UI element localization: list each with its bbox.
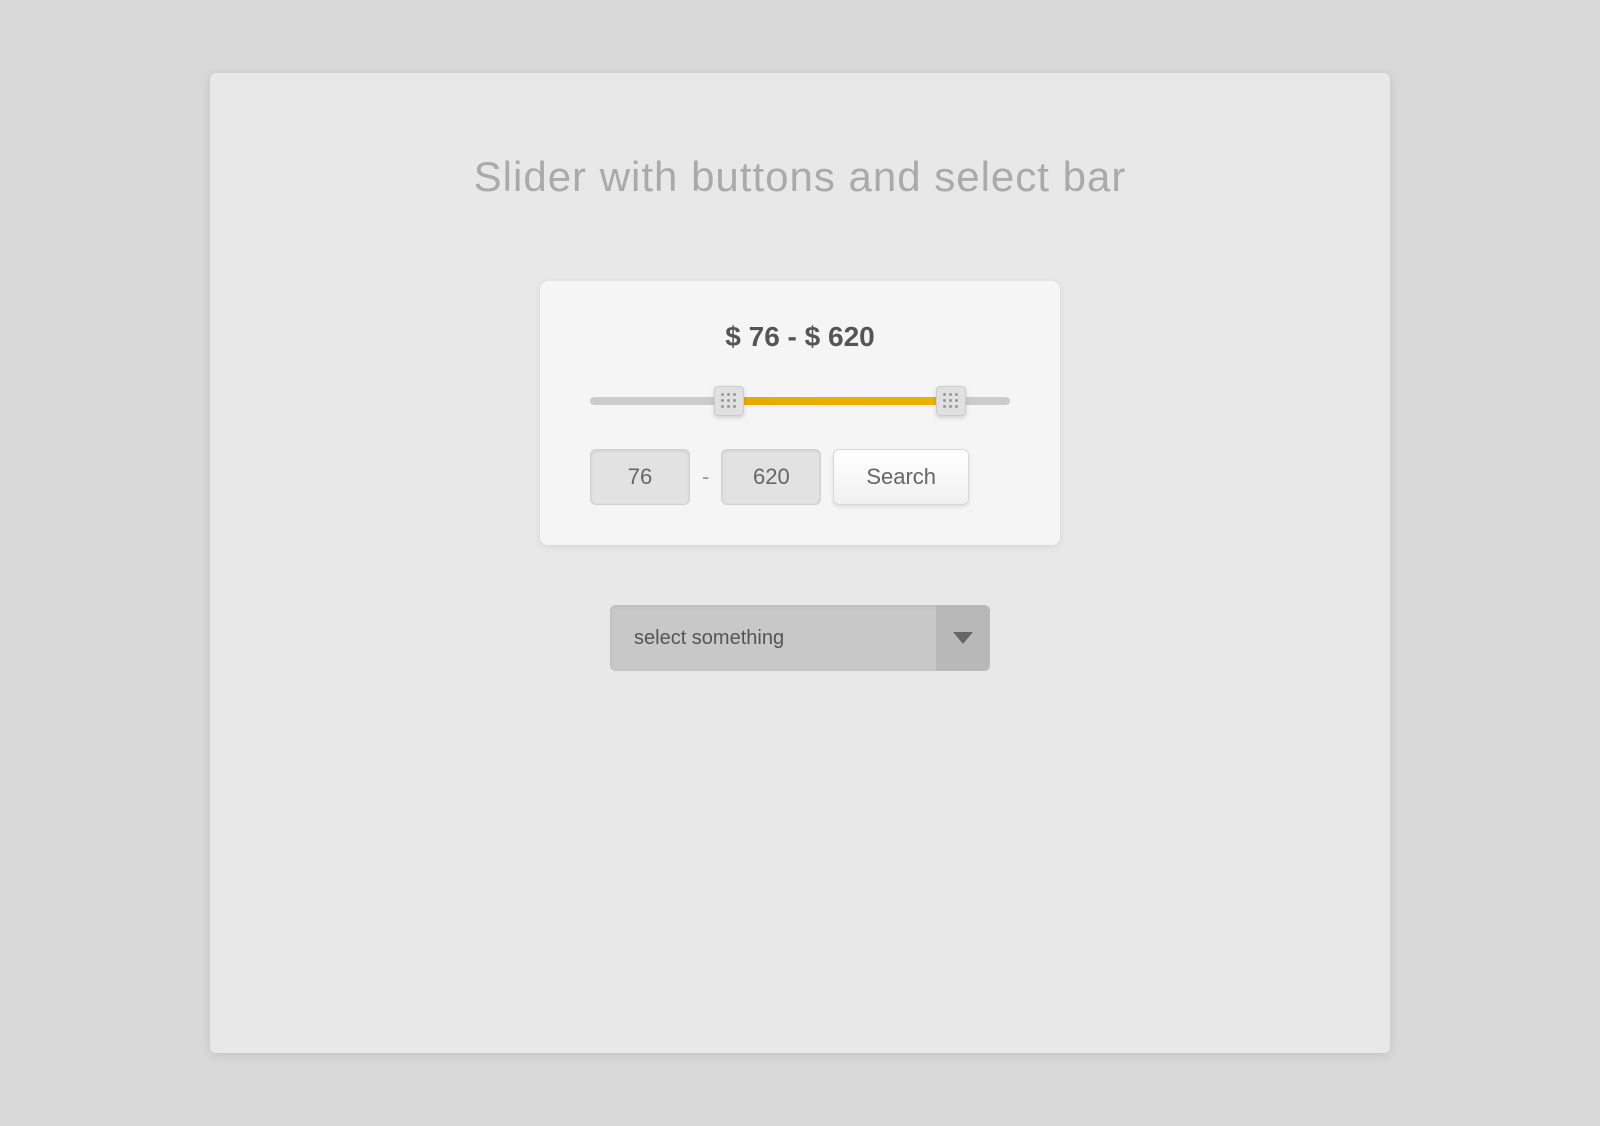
handle-dot (733, 399, 736, 402)
handle-dot (949, 405, 952, 408)
controls-row: 76 - 620 Search (590, 449, 1010, 505)
handle-dot (943, 399, 946, 402)
handle-dot (949, 399, 952, 402)
handle-dot (733, 393, 736, 396)
handle-dot (727, 405, 730, 408)
handle-dot (727, 399, 730, 402)
handle-dot (721, 399, 724, 402)
handle-dot (943, 393, 946, 396)
max-value-box[interactable]: 620 (721, 449, 821, 505)
outer-card: Slider with buttons and select bar $ 76 … (210, 73, 1390, 1053)
slider-handle-right[interactable] (936, 386, 966, 416)
select-container: select something Option 1 Option 2 Optio… (610, 605, 990, 671)
handle-dot (949, 393, 952, 396)
slider-container[interactable] (590, 383, 1010, 419)
handle-dots-left (721, 393, 737, 409)
slider-card: $ 76 - $ 620 (540, 281, 1060, 545)
price-display: $ 76 - $ 620 (590, 321, 1010, 353)
handle-dot (955, 399, 958, 402)
slider-handle-left[interactable] (714, 386, 744, 416)
select-dropdown[interactable]: select something Option 1 Option 2 Optio… (610, 605, 990, 671)
search-button[interactable]: Search (833, 449, 969, 505)
page-title: Slider with buttons and select bar (474, 153, 1127, 201)
handle-dot (733, 405, 736, 408)
handle-dot (955, 393, 958, 396)
slider-fill (729, 397, 952, 405)
handle-dot (955, 405, 958, 408)
handle-dots-right (943, 393, 959, 409)
min-value-box[interactable]: 76 (590, 449, 690, 505)
handle-dot (721, 405, 724, 408)
handle-dot (721, 393, 724, 396)
handle-dot (727, 393, 730, 396)
separator: - (702, 464, 709, 490)
handle-dot (943, 405, 946, 408)
